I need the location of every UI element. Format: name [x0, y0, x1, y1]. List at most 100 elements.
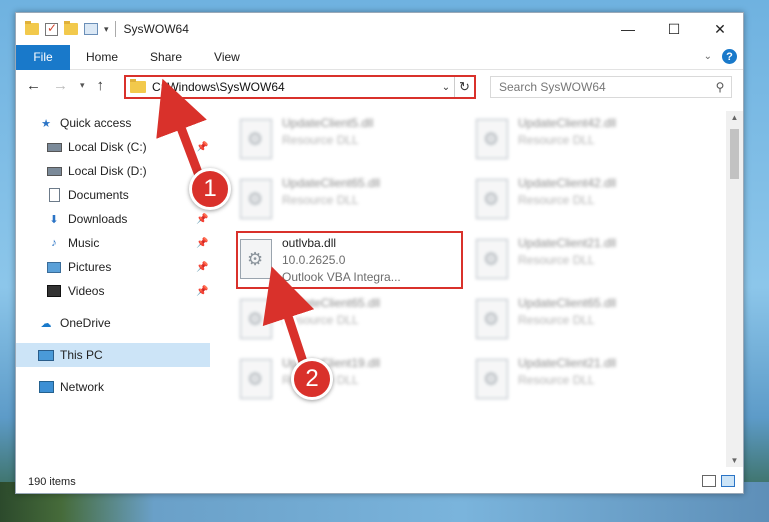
- cloud-icon: ☁: [40, 317, 52, 330]
- file-item[interactable]: UpdateClient5.dll Resource DLL: [240, 113, 465, 168]
- tab-file[interactable]: File: [16, 44, 70, 70]
- pin-icon[interactable]: 📌: [196, 142, 208, 153]
- nav-item-local-disk-d[interactable]: Local Disk (D:): [46, 159, 147, 183]
- navigation-buttons: ← → ▾ ↑: [26, 77, 104, 94]
- refresh-icon[interactable]: ↻: [454, 77, 474, 97]
- file-description: Resource DLL: [518, 373, 595, 387]
- window-controls: — ☐ ✕: [605, 13, 743, 45]
- close-button[interactable]: ✕: [697, 13, 743, 45]
- ribbon-right: ⌄ ?: [704, 49, 737, 64]
- folder-icon[interactable]: [25, 21, 39, 35]
- nav-item-pictures[interactable]: Pictures 📌: [46, 255, 216, 279]
- nav-item-local-disk-c[interactable]: Local Disk (C:) 📌: [46, 135, 216, 159]
- pin-icon[interactable]: 📌: [196, 262, 208, 273]
- address-path[interactable]: C:\Windows\SysWOW64: [152, 80, 438, 94]
- dll-file-icon: [240, 119, 272, 159]
- address-bar[interactable]: C:\Windows\SysWOW64 ⌄ ↻: [124, 75, 476, 99]
- scroll-up-icon[interactable]: ▲: [726, 113, 743, 122]
- nav-item-quick-access[interactable]: ★ Quick access: [38, 111, 131, 135]
- up-arrow-icon[interactable]: ↑: [97, 77, 105, 94]
- search-input[interactable]: Search SysWOW64: [499, 80, 709, 94]
- nav-item-label: Downloads: [68, 212, 128, 226]
- address-dropdown-icon[interactable]: ⌄: [438, 82, 454, 93]
- title-bar: ▾ SysWOW64 — ☐ ✕: [16, 13, 743, 45]
- file-item[interactable]: UpdateClient65.dll Resource DLL: [476, 293, 701, 348]
- callout-badge-2: 2: [291, 358, 333, 400]
- help-icon[interactable]: ?: [722, 49, 737, 64]
- nav-item-label: Videos: [68, 284, 105, 298]
- dll-file-icon: [476, 359, 508, 399]
- pin-icon[interactable]: 📌: [196, 214, 208, 225]
- nav-item-downloads[interactable]: ⬇ Downloads 📌: [46, 207, 216, 231]
- scroll-down-icon[interactable]: ▼: [726, 456, 743, 465]
- quick-access-toolbar: ▾: [25, 21, 109, 36]
- search-box[interactable]: Search SysWOW64 ⚲: [490, 76, 732, 98]
- pictures-icon: [47, 261, 61, 273]
- scrollbar-thumb[interactable]: [730, 129, 739, 179]
- tab-share[interactable]: Share: [134, 50, 198, 64]
- dll-file-icon: [240, 299, 272, 339]
- expand-ribbon-icon[interactable]: ⌄: [704, 51, 712, 62]
- file-item[interactable]: UpdateClient21.dll Resource DLL: [476, 233, 701, 288]
- file-list: UpdateClient5.dll Resource DLL UpdateClie…: [226, 111, 728, 467]
- file-item[interactable]: UpdateClient21.dll Resource DLL: [476, 353, 701, 408]
- file-item[interactable]: UpdateClient42.dll Resource DLL: [476, 173, 701, 228]
- file-item[interactable]: UpdateClient65.dll Resource DLL: [240, 293, 465, 348]
- file-item[interactable]: UpdateClient42.dll Resource DLL: [476, 113, 701, 168]
- details-view-icon[interactable]: [702, 475, 716, 487]
- nav-item-videos[interactable]: Videos 📌: [46, 279, 216, 303]
- file-description: Resource DLL: [518, 193, 595, 207]
- maximize-button[interactable]: ☐: [651, 13, 697, 45]
- file-item[interactable]: UpdateClient19.dllResource DLL: [240, 353, 465, 408]
- tab-home[interactable]: Home: [70, 50, 134, 64]
- nav-item-network[interactable]: Network: [38, 375, 104, 399]
- minimize-button[interactable]: —: [605, 13, 651, 45]
- file-description: Resource DLL: [282, 313, 359, 327]
- dll-file-icon: [240, 359, 272, 399]
- file-name: UpdateClient21.dll: [518, 236, 617, 250]
- nav-item-music[interactable]: ♪ Music 📌: [46, 231, 216, 255]
- title-separator: [114, 21, 116, 37]
- nav-item-label: Music: [68, 236, 100, 250]
- nav-item-label: This PC: [60, 348, 103, 362]
- nav-item-onedrive[interactable]: ☁ OneDrive: [38, 311, 111, 335]
- search-icon: ⚲: [715, 80, 725, 94]
- documents-icon: [48, 188, 60, 202]
- pc-icon: [38, 349, 54, 361]
- recent-locations-icon[interactable]: ▾: [80, 80, 85, 91]
- qat-dropdown-icon[interactable]: ▾: [104, 24, 109, 35]
- back-arrow-icon[interactable]: ←: [26, 77, 41, 94]
- pin-icon[interactable]: 📌: [196, 238, 208, 249]
- file-explorer-window: ▾ SysWOW64 — ☐ ✕ File Home Share View ⌄ …: [15, 12, 744, 494]
- nav-item-this-pc[interactable]: This PC: [16, 343, 210, 367]
- folder-icon: [130, 79, 146, 93]
- file-description: Resource DLL: [518, 253, 595, 267]
- new-folder-icon[interactable]: [64, 21, 78, 35]
- file-description: Resource DLL: [518, 313, 595, 327]
- file-name: UpdateClient65.dll: [282, 296, 381, 310]
- disk-icon: [46, 166, 62, 176]
- file-item[interactable]: UpdateClient65.dll Resource DLL: [240, 173, 465, 228]
- vertical-scrollbar[interactable]: ▲ ▼: [726, 111, 743, 467]
- nav-item-label: Local Disk (D:): [68, 164, 147, 178]
- forward-arrow-icon[interactable]: →: [53, 77, 68, 94]
- file-description: Resource DLL: [282, 193, 359, 207]
- properties-check-icon[interactable]: [45, 21, 58, 36]
- dll-file-icon: [476, 299, 508, 339]
- nav-item-documents[interactable]: Documents: [46, 183, 129, 207]
- file-name: UpdateClient42.dll: [518, 116, 617, 130]
- view-toggle: [702, 475, 735, 487]
- nav-item-label: Network: [60, 380, 105, 394]
- disk-icon: [46, 142, 62, 152]
- tiles-view-icon[interactable]: [721, 475, 735, 487]
- file-name: UpdateClient21.dll: [518, 356, 617, 370]
- navigation-pane: ★ Quick access Local Disk (C:) 📌 Local D…: [16, 111, 210, 467]
- pin-icon[interactable]: 📌: [196, 286, 208, 297]
- dll-file-icon: [476, 119, 508, 159]
- nav-item-label: Quick access: [60, 116, 132, 130]
- tab-view[interactable]: View: [198, 50, 256, 64]
- status-bar: 190 items: [16, 471, 743, 493]
- nav-item-label: Documents: [68, 188, 129, 202]
- customize-icon[interactable]: [84, 23, 98, 35]
- ribbon-tabs: File Home Share View ⌄ ?: [16, 44, 743, 70]
